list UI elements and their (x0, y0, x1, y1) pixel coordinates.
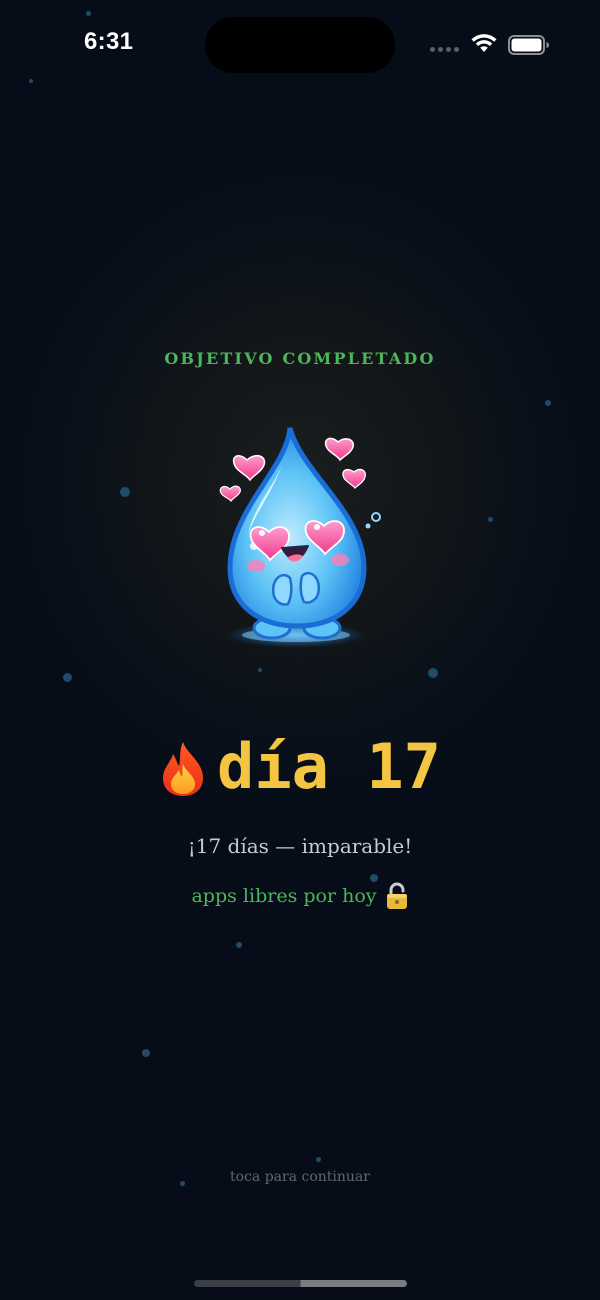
home-indicator[interactable] (194, 1280, 407, 1287)
particle (29, 79, 33, 83)
streak-day-text: día 17 (217, 730, 441, 803)
unlocked-padlock-icon (386, 882, 407, 909)
fire-icon (163, 741, 204, 796)
status-bar-time: 6:31 (84, 28, 134, 55)
goal-completed-label: OBJETIVO COMPLETADO (164, 349, 436, 368)
cellular-signal-icon (430, 47, 459, 52)
particle (545, 400, 551, 406)
particle (370, 874, 378, 882)
apps-unlocked-text: apps libres por hoy (191, 885, 377, 907)
tap-to-continue-hint[interactable]: toca para continuar (0, 1169, 600, 1185)
goal-completed-screen[interactable]: 6:31 OBJETIVO COMPLETADO día 17 ¡17 días… (0, 0, 600, 1300)
particle (258, 668, 262, 672)
particle (142, 1049, 150, 1057)
particle (120, 487, 130, 497)
particle (488, 517, 493, 522)
apps-unlocked-notice: apps libres por hoy (0, 882, 600, 910)
happy-water-drop-mascot-icon (219, 427, 381, 648)
particle (86, 11, 91, 16)
particle (316, 1157, 321, 1162)
dynamic-island (205, 17, 395, 73)
streak-counter: día 17 (0, 730, 600, 803)
wifi-icon (471, 34, 497, 52)
streak-message: ¡17 días — imparable! (187, 834, 413, 858)
particle (236, 942, 242, 948)
battery-icon (508, 35, 549, 55)
particle (63, 673, 72, 682)
particle (428, 668, 438, 678)
